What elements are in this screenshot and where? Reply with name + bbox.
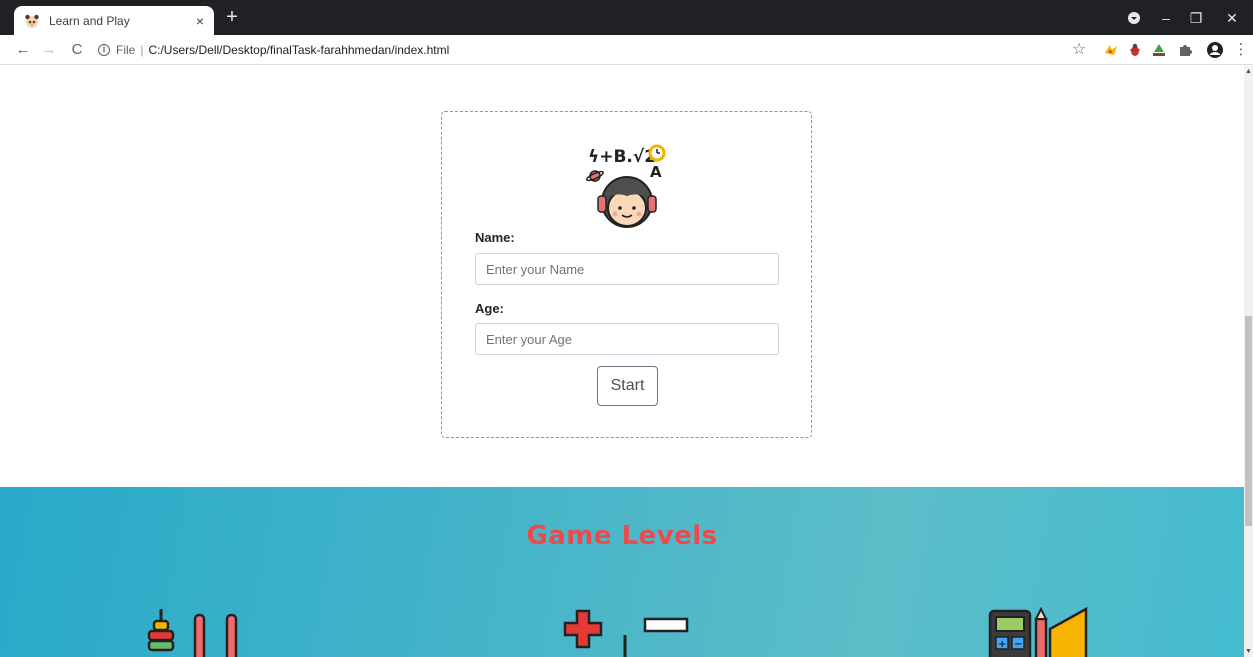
scroll-up-arrow-icon[interactable]: ▲ xyxy=(1244,68,1253,75)
browser-menu-icon[interactable]: ⋮ xyxy=(1232,41,1250,59)
browser-tab[interactable]: Learn and Play × xyxy=(14,6,214,35)
panda-favicon-icon xyxy=(25,14,39,28)
svg-text:−: − xyxy=(1014,639,1022,650)
kid-math-icon: ϟ+B.√2 A xyxy=(586,144,666,228)
browser-tab-bar: Learn and Play × + – ❐ ✕ xyxy=(0,0,1253,35)
extension-bug-icon[interactable] xyxy=(1126,41,1144,59)
url-path: C:/Users/Dell/Desktop/finalTask-farahhme… xyxy=(148,43,450,57)
abacus-icon[interactable] xyxy=(145,607,255,657)
tab-close-icon[interactable]: × xyxy=(196,13,204,29)
calculator-ruler-icon[interactable]: + − xyxy=(988,607,1108,657)
account-avatar-icon[interactable] xyxy=(1206,41,1224,59)
reload-button[interactable]: C xyxy=(68,41,86,59)
browser-toolbar: ← → C i File | C:/Users/Dell/Desktop/fin… xyxy=(0,35,1253,65)
svg-text:+: + xyxy=(998,639,1006,650)
forward-button[interactable]: → xyxy=(40,41,58,59)
tab-title: Learn and Play xyxy=(49,13,130,28)
minimize-button[interactable]: – xyxy=(1156,8,1176,28)
close-window-button[interactable]: ✕ xyxy=(1222,8,1242,28)
profile-menu-icon[interactable] xyxy=(1124,8,1144,28)
extensions-puzzle-icon[interactable] xyxy=(1176,41,1194,59)
name-label: Name: xyxy=(475,230,515,245)
svg-text:A: A xyxy=(650,163,662,181)
age-input[interactable] xyxy=(475,323,779,355)
page-content: ϟ+B.√2 A Name: Age: Start Game Lev xyxy=(0,66,1244,657)
address-bar[interactable]: i File | C:/Users/Dell/Desktop/finalTask… xyxy=(98,39,1098,61)
age-label: Age: xyxy=(475,301,504,316)
extension-tree-icon[interactable] xyxy=(1150,41,1168,59)
info-icon[interactable]: i xyxy=(98,44,110,56)
back-button[interactable]: ← xyxy=(14,41,32,59)
game-levels-title: Game Levels xyxy=(526,521,718,551)
extension-bird-icon[interactable] xyxy=(1102,41,1120,59)
game-levels-section: Game Levels + − xyxy=(0,487,1244,657)
scroll-thumb[interactable] xyxy=(1245,316,1252,526)
restore-button[interactable]: ❐ xyxy=(1186,8,1206,28)
bookmark-star-icon[interactable]: ☆ xyxy=(1070,41,1088,59)
math-operators-icon[interactable] xyxy=(563,607,693,657)
name-input[interactable] xyxy=(475,253,779,285)
player-form-card: ϟ+B.√2 A Name: Age: Start xyxy=(441,111,812,438)
new-tab-button[interactable]: + xyxy=(220,6,244,30)
start-button[interactable]: Start xyxy=(597,366,658,406)
url-scheme: File xyxy=(116,43,136,57)
page-scrollbar[interactable]: ▲ ▼ xyxy=(1244,66,1253,657)
scroll-down-arrow-icon[interactable]: ▼ xyxy=(1244,648,1253,655)
svg-text:ϟ+B.√2: ϟ+B.√2 xyxy=(588,147,656,167)
url-separator: | xyxy=(140,43,144,57)
